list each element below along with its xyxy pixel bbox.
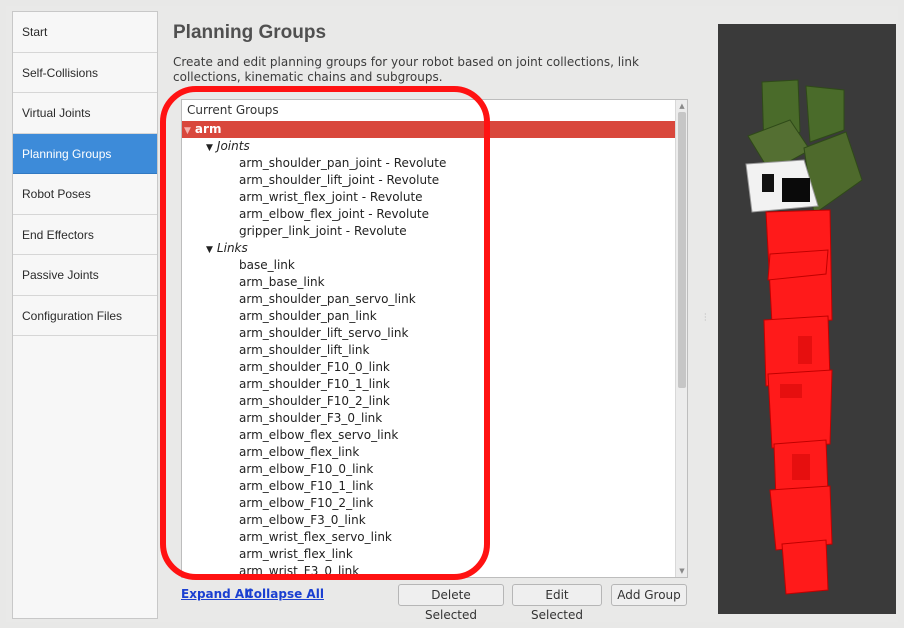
- tree-joint-item[interactable]: arm_shoulder_lift_joint - Revolute: [182, 172, 675, 189]
- sidebar-item-end-effectors[interactable]: End Effectors: [13, 215, 157, 255]
- tree-group-row[interactable]: ▼ arm: [182, 121, 675, 138]
- tree-link-item[interactable]: arm_elbow_F3_0_link: [182, 512, 675, 529]
- splitter-handle[interactable]: · · ·: [704, 311, 707, 325]
- tree-link-item[interactable]: arm_shoulder_F10_0_link: [182, 359, 675, 376]
- tree-link-item[interactable]: arm_shoulder_pan_servo_link: [182, 291, 675, 308]
- sidebar-item-start[interactable]: Start: [13, 12, 157, 53]
- collapse-all-link[interactable]: Collapse All: [245, 587, 324, 601]
- add-group-button[interactable]: Add Group: [611, 584, 687, 606]
- tree-link-item[interactable]: arm_elbow_flex_servo_link: [182, 427, 675, 444]
- tree-link-item[interactable]: arm_shoulder_F10_1_link: [182, 376, 675, 393]
- tree-joint-item[interactable]: arm_wrist_flex_joint - Revolute: [182, 189, 675, 206]
- tree-joint-item[interactable]: gripper_link_joint - Revolute: [182, 223, 675, 240]
- sidebar-item-robot-poses[interactable]: Robot Poses: [13, 174, 157, 215]
- tree-joint-item[interactable]: arm_elbow_flex_joint - Revolute: [182, 206, 675, 223]
- tree-column-header: Current Groups: [182, 100, 687, 121]
- group-name: arm: [194, 122, 222, 136]
- gripper-finger-right: [805, 85, 845, 143]
- expand-triangle-icon[interactable]: ▼: [206, 140, 213, 157]
- tree-link-item[interactable]: arm_shoulder_lift_servo_link: [182, 325, 675, 342]
- servo-gap: [782, 178, 810, 202]
- robot-arm-model: [745, 79, 863, 595]
- tree-link-item[interactable]: arm_shoulder_pan_link: [182, 308, 675, 325]
- tree-link-item[interactable]: arm_elbow_F10_1_link: [182, 478, 675, 495]
- page-description: Create and edit planning groups for your…: [173, 55, 673, 85]
- servo-hole: [762, 174, 774, 192]
- tree-links-section[interactable]: ▼ Links: [182, 240, 675, 257]
- tree-rows: ▼ arm ▼ Joints arm_shoulder_pan_joint - Re…: [182, 121, 675, 577]
- page-title: Planning Groups: [173, 22, 327, 43]
- joints-list: arm_shoulder_pan_joint - Revolute arm_sho…: [182, 155, 675, 240]
- expand-triangle-icon[interactable]: ▼: [184, 123, 191, 140]
- highlighted-arm-links: [763, 209, 833, 595]
- tree-joint-item[interactable]: arm_shoulder_pan_joint - Revolute: [182, 155, 675, 172]
- tree-link-item[interactable]: arm_shoulder_lift_link: [182, 342, 675, 359]
- description-line-1: Create and edit planning groups for your…: [173, 55, 639, 69]
- sidebar-item-virtual-joints[interactable]: Virtual Joints: [13, 93, 157, 134]
- tree-link-item[interactable]: arm_wrist_flex_link: [182, 546, 675, 563]
- sidebar: Start Self-Collisions Virtual Joints Pla…: [12, 11, 158, 619]
- sidebar-item-self-collisions[interactable]: Self-Collisions: [13, 53, 157, 93]
- tree-link-item[interactable]: base_link: [182, 257, 675, 274]
- tree-link-item[interactable]: arm_wrist_F3_0_link: [182, 563, 675, 577]
- groups-tree[interactable]: Current Groups ▼ arm ▼ Joints arm_shoulder…: [181, 99, 688, 578]
- tree-link-item[interactable]: arm_elbow_F10_0_link: [182, 461, 675, 478]
- sidebar-item-planning-groups[interactable]: Planning Groups: [13, 133, 157, 174]
- description-line-2: collections, kinematic chains and subgro…: [173, 70, 443, 84]
- tree-scrollbar[interactable]: ▲ ▼: [675, 100, 687, 577]
- expand-all-link[interactable]: Expand All: [181, 587, 252, 601]
- links-label: Links: [216, 241, 248, 255]
- tree-link-item[interactable]: arm_base_link: [182, 274, 675, 291]
- sidebar-item-passive-joints[interactable]: Passive Joints: [13, 255, 157, 296]
- expand-triangle-icon[interactable]: ▼: [206, 242, 213, 259]
- edit-selected-button[interactable]: Edit Selected: [512, 584, 602, 622]
- robot-3d-view[interactable]: [718, 24, 896, 614]
- scroll-up-arrow-icon[interactable]: ▲: [676, 100, 687, 112]
- tree-link-item[interactable]: arm_elbow_F10_2_link: [182, 495, 675, 512]
- joints-label: Joints: [216, 139, 250, 153]
- tree-link-item[interactable]: arm_wrist_flex_servo_link: [182, 529, 675, 546]
- tree-link-item[interactable]: arm_elbow_flex_link: [182, 444, 675, 461]
- links-list: base_link arm_base_link arm_shoulder_pan_s…: [182, 257, 675, 577]
- tree-joints-section[interactable]: ▼ Joints: [182, 138, 675, 155]
- sidebar-item-configuration-files[interactable]: Configuration Files: [13, 296, 157, 336]
- tree-link-item[interactable]: arm_shoulder_F10_2_link: [182, 393, 675, 410]
- delete-selected-button[interactable]: Delete Selected: [398, 584, 504, 622]
- scroll-down-arrow-icon[interactable]: ▼: [676, 565, 687, 577]
- tree-link-item[interactable]: arm_shoulder_F3_0_link: [182, 410, 675, 427]
- scrollbar-thumb[interactable]: [678, 112, 686, 388]
